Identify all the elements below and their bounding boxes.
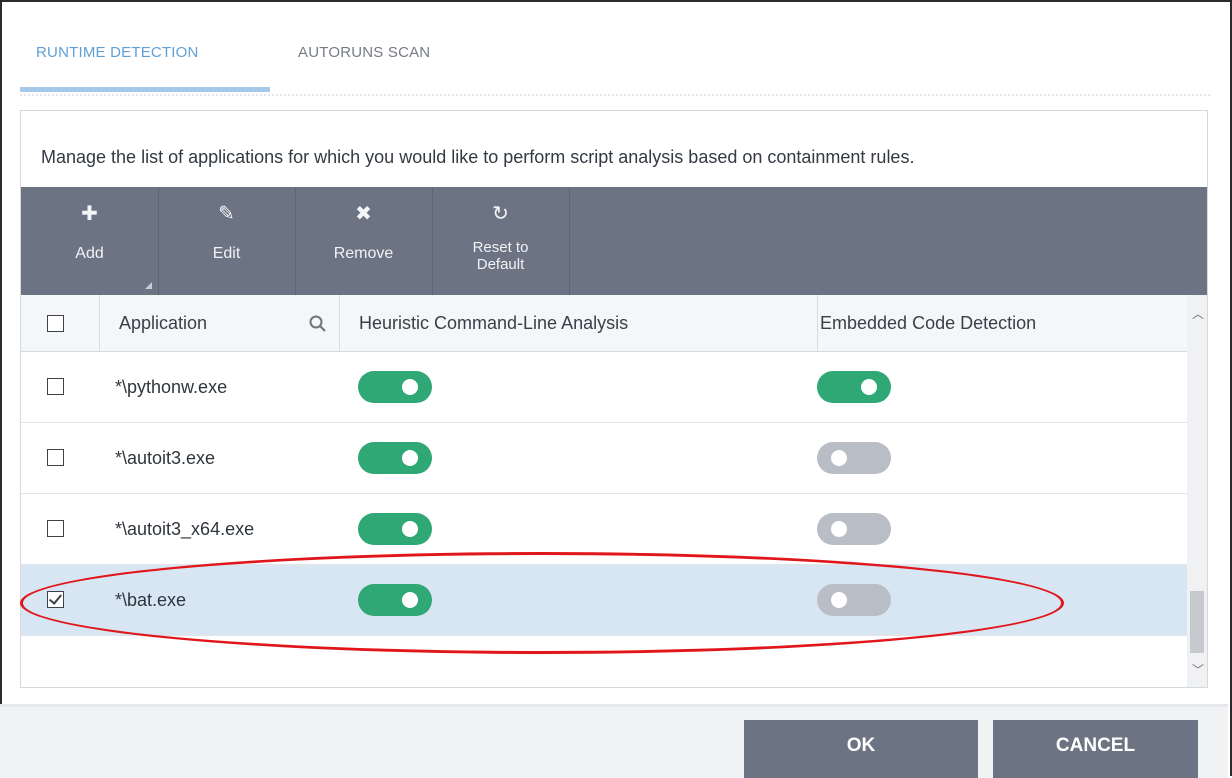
plus-icon: ✚: [81, 203, 98, 225]
dropdown-corner-icon: [145, 282, 152, 289]
tab-autoruns-scan[interactable]: AUTORUNS SCAN: [298, 44, 430, 61]
column-application-label: Application: [119, 313, 208, 333]
reset-to-default-button[interactable]: ↻ Reset to Default: [432, 187, 570, 295]
table-row[interactable]: *\pythonw.exe: [21, 352, 1187, 423]
application-name: *\bat.exe: [115, 590, 187, 610]
row-checkbox[interactable]: [47, 591, 64, 608]
select-all-cell: [21, 295, 100, 351]
application-name: *\pythonw.exe: [115, 377, 228, 397]
column-heuristic-label: Heuristic Command-Line Analysis: [359, 313, 629, 333]
heuristic-toggle[interactable]: [358, 371, 432, 403]
chevron-up-icon[interactable]: ︿: [1192, 305, 1204, 322]
scrollbar-thumb[interactable]: [1190, 591, 1204, 653]
embedded-toggle[interactable]: [817, 513, 891, 545]
cancel-button[interactable]: CANCEL: [993, 720, 1198, 778]
edit-button[interactable]: ✎ Edit: [158, 187, 296, 295]
add-button-label: Add: [75, 245, 104, 262]
tab-runtime-detection[interactable]: RUNTIME DETECTION: [36, 44, 199, 61]
heuristic-toggle[interactable]: [358, 513, 432, 545]
vertical-scrollbar[interactable]: ︿ ﹀: [1187, 295, 1207, 687]
edit-button-label: Edit: [212, 245, 241, 262]
active-tab-indicator: [20, 87, 270, 92]
x-icon: ✖: [355, 203, 372, 225]
row-checkbox[interactable]: [47, 449, 64, 466]
remove-button[interactable]: ✖ Remove: [295, 187, 433, 295]
add-button[interactable]: ✚ Add: [21, 187, 159, 295]
reset-button-label: Reset to Default: [472, 239, 529, 273]
table-header: Application Heuristic Command-Line Analy…: [21, 295, 1187, 352]
refresh-icon: ↻: [492, 203, 509, 225]
pencil-icon: ✎: [218, 203, 235, 225]
table-row[interactable]: *\autoit3.exe: [21, 423, 1187, 494]
panel-description: Manage the list of applications for whic…: [41, 147, 915, 167]
search-icon[interactable]: [309, 295, 327, 351]
embedded-toggle[interactable]: [817, 442, 891, 474]
column-embedded[interactable]: Embedded Code Detection: [817, 295, 1187, 351]
tab-bar: RUNTIME DETECTION AUTORUNS SCAN: [20, 30, 1210, 96]
column-heuristic[interactable]: Heuristic Command-Line Analysis: [339, 295, 818, 351]
heuristic-toggle[interactable]: [358, 584, 432, 616]
application-name: *\autoit3.exe: [115, 448, 216, 468]
column-embedded-label: Embedded Code Detection: [820, 313, 1037, 333]
toolbar: ✚ Add ✎ Edit ✖ Remove ↻ Reset to Default: [21, 187, 1207, 295]
application-name: *\autoit3_x64.exe: [115, 519, 255, 539]
table-row[interactable]: *\autoit3_x64.exe: [21, 494, 1187, 565]
column-application[interactable]: Application: [99, 295, 340, 351]
row-checkbox[interactable]: [47, 520, 64, 537]
select-all-checkbox[interactable]: [47, 315, 64, 332]
remove-button-label: Remove: [333, 245, 394, 262]
embedded-toggle[interactable]: [817, 584, 891, 616]
chevron-down-icon[interactable]: ﹀: [1192, 661, 1204, 678]
runtime-detection-panel: Manage the list of applications for whic…: [20, 110, 1208, 688]
table-row-selected[interactable]: *\bat.exe: [21, 565, 1187, 636]
embedded-toggle[interactable]: [817, 371, 891, 403]
ok-button[interactable]: OK: [744, 720, 978, 778]
row-checkbox[interactable]: [47, 378, 64, 395]
heuristic-toggle[interactable]: [358, 442, 432, 474]
